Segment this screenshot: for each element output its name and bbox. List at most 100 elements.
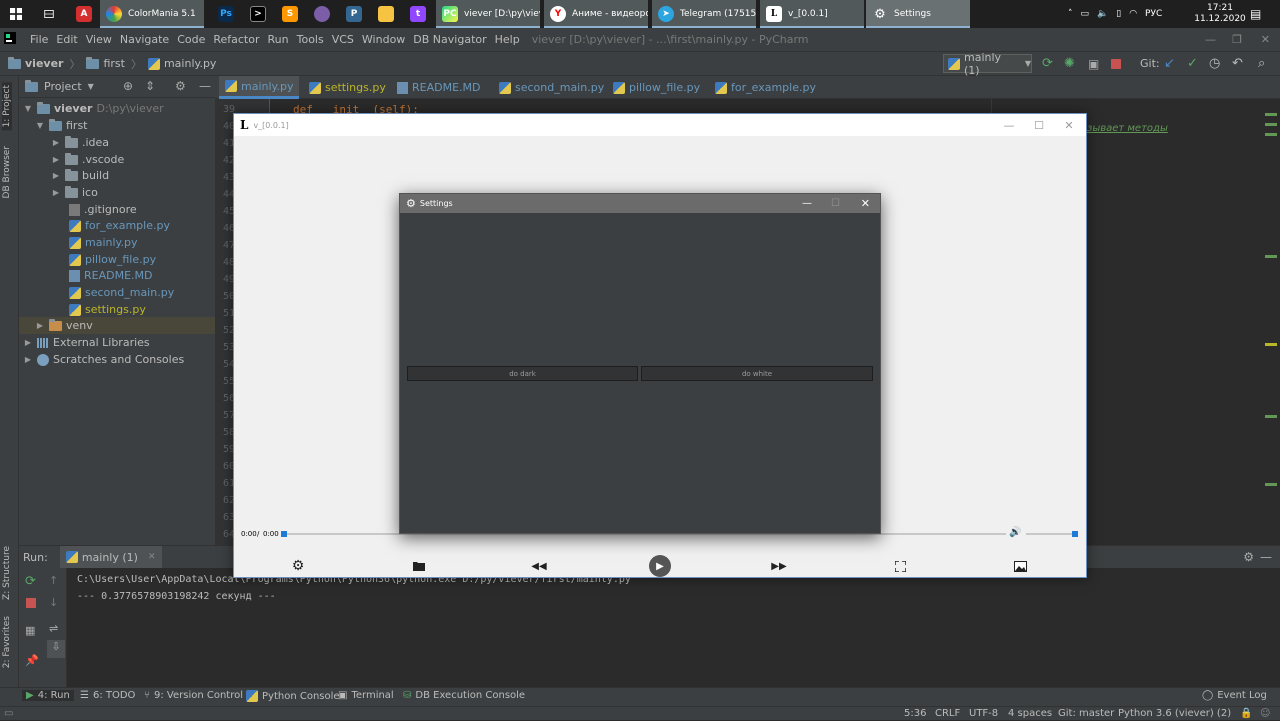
- structure-tool-tab[interactable]: Z: Structure: [2, 546, 12, 600]
- db-browser-tool-tab[interactable]: DB Browser: [2, 146, 12, 198]
- pinned-app-purple[interactable]: [308, 0, 330, 28]
- tree-item-mainly[interactable]: mainly.py: [69, 234, 137, 251]
- history-icon[interactable]: ◷: [1209, 56, 1220, 71]
- tab-settings[interactable]: settings.py: [303, 76, 392, 99]
- menu-file[interactable]: File: [26, 33, 52, 46]
- tab-pillow[interactable]: pillow_file.py: [607, 76, 706, 99]
- menu-tools[interactable]: Tools: [293, 33, 328, 46]
- network-icon[interactable]: ▭: [1081, 9, 1090, 19]
- gear-icon[interactable]: ⚙: [288, 556, 308, 576]
- tool-tab-python-console[interactable]: Python Console: [246, 690, 340, 702]
- settings-title-bar[interactable]: ⚙ Settings — ☐ ✕: [400, 194, 880, 213]
- chevron-down-icon[interactable]: ▼: [88, 82, 94, 91]
- run-config-select[interactable]: mainly (1) ▼: [943, 51, 1032, 77]
- hide-icon[interactable]: —: [1260, 550, 1272, 564]
- volume-handle[interactable]: [1072, 531, 1078, 537]
- status-git-branch[interactable]: Git: master: [1058, 707, 1114, 721]
- taskbar-app-telegram[interactable]: ➤ Telegram (175151): [652, 0, 756, 28]
- status-toggle-icon[interactable]: ▭: [4, 707, 13, 721]
- maximize-icon[interactable]: ☐: [1024, 114, 1054, 136]
- volume-icon[interactable]: 🔊: [1009, 527, 1021, 538]
- status-indent[interactable]: 4 spaces: [1008, 707, 1052, 721]
- menu-help[interactable]: Help: [491, 33, 524, 46]
- rerun-icon[interactable]: ⟳: [25, 574, 36, 589]
- pin-icon[interactable]: 📌: [25, 654, 39, 667]
- tree-item-readme[interactable]: README.MD: [69, 267, 153, 284]
- tool-tab-run[interactable]: ▶ 4: Run: [22, 690, 74, 701]
- image-icon[interactable]: [1010, 556, 1030, 576]
- folder-icon[interactable]: [409, 556, 429, 576]
- tab-for-example[interactable]: for_example.py: [709, 76, 822, 99]
- minimize-icon[interactable]: —: [994, 114, 1024, 136]
- rerun-icon[interactable]: ⟳: [1042, 56, 1053, 71]
- breadcrumb-file[interactable]: mainly.py: [164, 57, 216, 70]
- pinned-pdf-app[interactable]: A: [70, 0, 92, 28]
- gear-icon[interactable]: ⚙: [175, 79, 186, 93]
- tree-item-first[interactable]: ▼ first: [35, 117, 88, 134]
- menu-view[interactable]: View: [82, 33, 116, 46]
- tool-tab-terminal[interactable]: ▣ Terminal: [338, 690, 394, 701]
- scroll-to-end-icon[interactable]: ⇩: [47, 640, 65, 658]
- menu-code[interactable]: Code: [173, 33, 209, 46]
- soft-wrap-icon[interactable]: ⇌: [49, 622, 58, 635]
- editor-scrollbar[interactable]: [1261, 99, 1280, 545]
- arrow-up-icon[interactable]: ↑: [49, 574, 58, 587]
- tree-item-external-libraries[interactable]: ▶ External Libraries: [23, 334, 150, 351]
- hide-icon[interactable]: —: [199, 79, 211, 93]
- menu-navigate[interactable]: Navigate: [116, 33, 173, 46]
- close-icon[interactable]: ✕: [1054, 114, 1084, 136]
- do-white-button[interactable]: do white: [641, 366, 873, 381]
- arrow-down-icon[interactable]: ↓: [49, 596, 58, 609]
- maximize-icon[interactable]: ☐: [831, 198, 840, 209]
- close-icon[interactable]: ✕: [1261, 33, 1270, 46]
- fast-forward-icon[interactable]: ▶▶: [769, 556, 789, 576]
- start-button[interactable]: [4, 0, 28, 28]
- volume-slider[interactable]: [1026, 531, 1078, 537]
- menu-refactor[interactable]: Refactor: [209, 33, 263, 46]
- rewind-icon[interactable]: ◀◀: [529, 556, 549, 576]
- viewer-title-bar[interactable]: L v_[0.0.1] — ☐ ✕: [234, 114, 1086, 136]
- play-icon[interactable]: ▶: [649, 555, 671, 577]
- seek-handle[interactable]: [281, 531, 287, 537]
- pinned-explorer[interactable]: [372, 0, 394, 28]
- notifications-button[interactable]: ▤: [1250, 0, 1261, 28]
- restore-icon[interactable]: ❐: [1232, 33, 1242, 46]
- tool-tab-version-control[interactable]: ⑂ 9: Version Control: [144, 690, 243, 701]
- menu-window[interactable]: Window: [358, 33, 409, 46]
- tree-item-venv[interactable]: ▶ venv: [19, 317, 215, 334]
- gear-icon[interactable]: ⚙: [1243, 550, 1254, 564]
- task-view-button[interactable]: [38, 0, 60, 28]
- menu-db-navigator[interactable]: DB Navigator: [409, 33, 490, 46]
- stop-icon[interactable]: [1111, 59, 1121, 69]
- tool-tab-db-execution-console[interactable]: ⛁ DB Execution Console: [403, 690, 525, 701]
- taskbar-app-settings[interactable]: ⚙ Settings: [866, 0, 970, 28]
- taskbar-app-colormania[interactable]: ColorMania 5.1: [100, 0, 204, 28]
- tree-item-idea[interactable]: ▶ .idea: [51, 134, 109, 151]
- pinned-sublime[interactable]: S: [276, 0, 298, 28]
- language-indicator[interactable]: РУС: [1145, 9, 1162, 19]
- tree-item-gitignore[interactable]: .gitignore: [69, 201, 137, 218]
- layout-icon[interactable]: ▦: [25, 624, 35, 637]
- tree-item-scratches[interactable]: ▶ Scratches and Consoles: [23, 351, 184, 368]
- tree-item-for-example[interactable]: for_example.py: [69, 217, 170, 234]
- tree-item-vscode[interactable]: ▶ .vscode: [51, 151, 124, 168]
- tree-item-pillow[interactable]: pillow_file.py: [69, 251, 156, 268]
- project-panel-title[interactable]: Project: [44, 80, 82, 93]
- tool-tab-todo[interactable]: ☰ 6: TODO: [80, 690, 135, 701]
- pinned-twitch[interactable]: t: [404, 0, 426, 28]
- tree-item-ico[interactable]: ▶ ico: [51, 184, 98, 201]
- collapse-all-icon[interactable]: ⇕: [145, 79, 155, 93]
- tab-mainly[interactable]: mainly.py: [219, 76, 300, 99]
- stop-icon[interactable]: [26, 598, 36, 608]
- inspector-icon[interactable]: ☺: [1260, 707, 1270, 721]
- pinned-terminal[interactable]: >: [244, 0, 266, 28]
- tree-item-second-main[interactable]: second_main.py: [69, 284, 174, 301]
- breadcrumb-folder[interactable]: first: [103, 57, 125, 70]
- tree-item-build[interactable]: ▶ build: [51, 167, 109, 184]
- coverage-icon[interactable]: ▣: [1088, 57, 1099, 71]
- tab-readme[interactable]: README.MD: [391, 76, 487, 99]
- menu-run[interactable]: Run: [264, 33, 293, 46]
- git-commit-icon[interactable]: ✓: [1187, 56, 1198, 71]
- battery-icon[interactable]: ▯: [1116, 9, 1121, 19]
- status-caret-position[interactable]: 5:36: [904, 707, 926, 721]
